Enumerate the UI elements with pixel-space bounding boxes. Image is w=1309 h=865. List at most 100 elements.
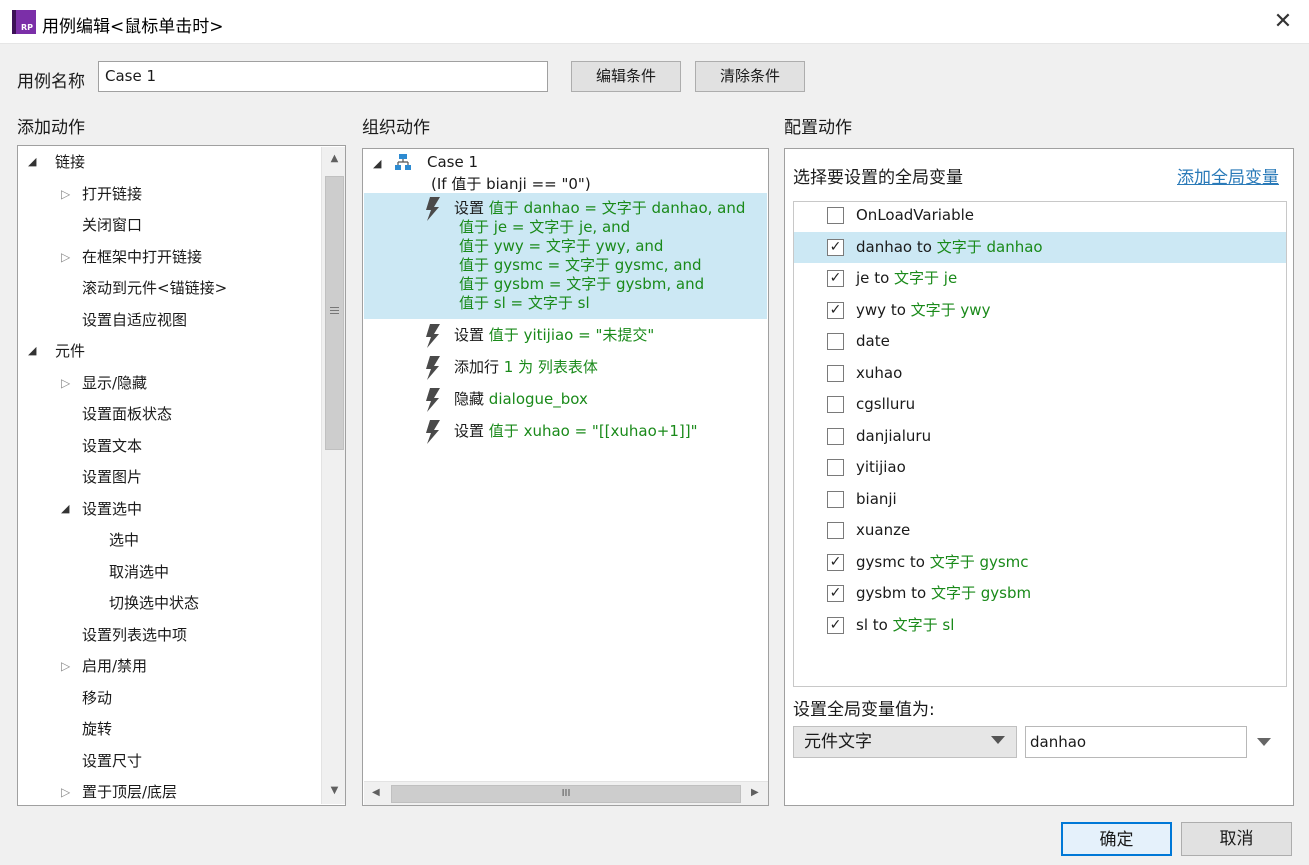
action-item[interactable]: 添加行 1 为 列表表体 [364, 352, 767, 383]
action-verb: 添加行 [454, 358, 500, 376]
organize-actions-tree[interactable]: ◢ Case 1 (If 值于 bianji == "0") 设置 值于 dan… [362, 148, 769, 806]
action-item[interactable]: 设置 值于 danhao = 文字于 danhao, and 值于 je = 文字… [364, 193, 767, 319]
action-item[interactable]: 设置 值于 yitijiao = "未提交" [364, 320, 767, 351]
variable-row[interactable]: ✓ gysbm to 文字于 gysbm [794, 578, 1286, 609]
checkbox-checked-icon[interactable]: ✓ [827, 238, 844, 256]
tree-item-label: 链接 [55, 153, 86, 171]
variable-row[interactable]: ✓ je to 文字于 je [794, 263, 1286, 294]
checkbox-checked-icon[interactable]: ✓ [827, 553, 844, 571]
tree-item[interactable]: 设置文本 [18, 431, 318, 461]
collapsed-triangle-icon[interactable]: ▷ [61, 777, 70, 805]
variable-value: 文字于 gysmc [929, 552, 1029, 571]
global-variable-list[interactable]: OnLoadVariable ✓ danhao to 文字于 danhao ✓ je t… [793, 201, 1287, 687]
scroll-right-arrow-icon[interactable]: ▶ [751, 787, 759, 798]
checkbox-icon[interactable] [827, 207, 844, 224]
checkbox-icon[interactable] [827, 396, 844, 413]
tree-item[interactable]: ◢ 链接 [18, 147, 318, 177]
case-label[interactable]: Case 1 [427, 153, 478, 171]
add-actions-tree[interactable]: ◢ 链接 ▷ 打开链接 关闭窗口 ▷ 在框架中打开链接 滚动到元件<锚链接> 设置自适应视图 ◢ 元… [17, 145, 346, 806]
case-expander-icon[interactable]: ◢ [373, 157, 381, 170]
checkbox-checked-icon[interactable]: ✓ [827, 585, 844, 602]
variable-row[interactable]: ✓ gysmc to 文字于 gysmc [794, 547, 1286, 578]
clear-condition-button[interactable]: 清除条件 [695, 61, 805, 92]
expanded-triangle-icon[interactable]: ◢ [28, 336, 36, 366]
checkbox-icon[interactable] [827, 522, 844, 539]
action-item[interactable]: 隐藏 dialogue_box [364, 384, 767, 415]
variable-row[interactable]: ✓ sl to 文字于 sl [794, 610, 1286, 641]
scroll-up-arrow-icon[interactable]: ▲ [322, 153, 345, 164]
variable-row[interactable]: ✓ ywy to 文字于 ywy [794, 295, 1286, 326]
close-icon[interactable]: ✕ [1265, 6, 1301, 38]
tree-item[interactable]: 设置自适应视图 [18, 305, 318, 335]
case-name-input[interactable]: Case 1 [98, 61, 548, 92]
cancel-button[interactable]: 取消 [1181, 822, 1292, 856]
tree-item-label: 设置面板状态 [82, 405, 173, 423]
edit-condition-button[interactable]: 编辑条件 [571, 61, 681, 92]
collapsed-triangle-icon[interactable]: ▷ [61, 179, 70, 209]
tree-item-label: 在框架中打开链接 [82, 247, 203, 266]
tree-item[interactable]: 设置尺寸 [18, 746, 318, 776]
variable-row[interactable]: danjialuru [794, 421, 1286, 452]
tree-item[interactable]: 切换选中状态 [18, 588, 318, 618]
tree-item[interactable]: 设置列表选中项 [18, 620, 318, 650]
variable-row[interactable]: yitijiao [794, 452, 1286, 483]
checkbox-icon[interactable] [827, 459, 844, 476]
ok-button[interactable]: 确定 [1061, 822, 1172, 856]
chevron-down-icon[interactable] [1257, 738, 1271, 746]
action-item[interactable]: 设置 值于 xuhao = "[[xuhao+1]]" [364, 416, 767, 447]
variable-row[interactable]: bianji [794, 484, 1286, 515]
variable-to: to [916, 237, 932, 256]
widget-select-input[interactable]: danhao [1025, 726, 1247, 758]
checkbox-icon[interactable] [827, 490, 844, 508]
tree-item[interactable]: ◢ 元件 [18, 336, 318, 366]
tree-item-label: 设置尺寸 [82, 751, 143, 770]
tree-item[interactable]: ▷ 在框架中打开链接 [18, 242, 318, 272]
collapsed-triangle-icon[interactable]: ▷ [61, 368, 70, 398]
tree-item[interactable]: ▷ 打开链接 [18, 179, 318, 209]
tree-item[interactable]: 设置面板状态 [18, 399, 318, 429]
expanded-triangle-icon[interactable]: ◢ [28, 147, 36, 177]
tree-item[interactable]: 滚动到元件<锚链接> [18, 273, 318, 303]
collapsed-triangle-icon[interactable]: ▷ [61, 651, 70, 681]
add-global-variable-link[interactable]: 添加全局变量 [1177, 163, 1279, 188]
tree-item[interactable]: ▷ 启用/禁用 [18, 651, 318, 681]
variable-row[interactable]: xuanze [794, 515, 1286, 546]
tree-item-label: 显示/隐藏 [82, 373, 148, 392]
variable-value: 文字于 danhao [936, 237, 1043, 256]
horizontal-scrollbar[interactable]: ◀ III ▶ [364, 781, 768, 805]
scroll-left-arrow-icon[interactable]: ◀ [372, 787, 380, 798]
tree-item[interactable]: 旋转 [18, 714, 318, 744]
variable-row[interactable]: xuhao [794, 358, 1286, 389]
tree-item[interactable]: 设置图片 [18, 462, 318, 492]
tree-item[interactable]: 取消选中 [18, 557, 318, 587]
checkbox-checked-icon[interactable]: ✓ [827, 301, 844, 319]
value-type-select[interactable]: 元件文字 [793, 726, 1017, 758]
checkbox-icon[interactable] [827, 427, 844, 445]
variable-row[interactable]: OnLoadVariable [794, 202, 1286, 231]
scrollbar-thumb[interactable] [325, 176, 344, 450]
checkbox-icon[interactable] [827, 364, 844, 382]
lightning-icon [423, 196, 443, 222]
axure-rp-app-icon: RP [12, 10, 36, 34]
tree-item[interactable]: ▷ 显示/隐藏 [18, 368, 318, 398]
tree-item-label: 滚动到元件<锚链接> [82, 279, 228, 297]
tree-item[interactable]: 选中 [18, 525, 318, 555]
variable-row[interactable]: ✓ danhao to 文字于 danhao [794, 231, 1286, 263]
chevron-down-icon[interactable] [991, 736, 1005, 744]
scroll-down-arrow-icon[interactable]: ▼ [322, 785, 345, 796]
vertical-scrollbar[interactable]: ▲ ▼ [321, 147, 345, 804]
tree-item[interactable]: ◢ 设置选中 [18, 494, 318, 524]
collapsed-triangle-icon[interactable]: ▷ [61, 242, 70, 272]
variable-row[interactable]: cgslluru [794, 389, 1286, 420]
variable-name: cgslluru [856, 395, 916, 413]
tree-item[interactable]: ▷ 置于顶层/底层 [18, 777, 318, 805]
tree-item-label: 启用/禁用 [82, 657, 148, 675]
checkbox-checked-icon[interactable]: ✓ [827, 270, 844, 287]
checkbox-checked-icon[interactable]: ✓ [827, 616, 844, 634]
scrollbar-thumb[interactable]: III [391, 785, 741, 803]
checkbox-icon[interactable] [827, 333, 844, 350]
tree-item[interactable]: 移动 [18, 683, 318, 713]
expanded-triangle-icon[interactable]: ◢ [61, 494, 69, 524]
variable-row[interactable]: date [794, 326, 1286, 357]
tree-item[interactable]: 关闭窗口 [18, 210, 318, 240]
